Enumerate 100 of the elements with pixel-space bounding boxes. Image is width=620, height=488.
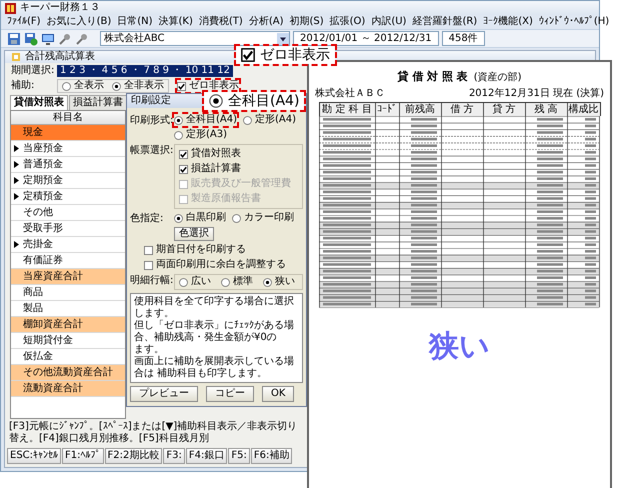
menu-item[interactable]: 日常(N) [117, 16, 153, 28]
account-row[interactable]: 売掛金 [11, 237, 125, 253]
color-radio[interactable]: カラー印刷 [232, 212, 294, 224]
company-name: 株式会社ＡＢＣ [315, 88, 385, 100]
account-row[interactable]: 定積預金 [11, 189, 125, 205]
function-key-button[interactable]: F4:銀口 [186, 448, 228, 464]
account-row[interactable]: 現金 [11, 125, 125, 141]
menu-item[interactable]: ﾌｧｲﾙ(F) [7, 16, 41, 28]
description-line: 但し「ゼロ非表示」にﾁｪｯｸがある場合、補助残高・発生金額が¥0の [134, 320, 295, 344]
tab[interactable]: 損益計算書 [69, 95, 127, 110]
aux-label: 補助: [11, 80, 36, 92]
menu-item[interactable]: ｳｨﾝﾄﾞｳ･ﾍﾙﾌﾟ(H) [538, 16, 610, 28]
account-row[interactable]: 流動資産合計 [11, 381, 125, 397]
radio-button[interactable] [174, 214, 183, 222]
account-row[interactable]: 製品 [11, 301, 125, 317]
pin-icon[interactable] [75, 32, 89, 46]
column-header: ｺｰﾄﾞ [376, 103, 400, 116]
report-checkbox[interactable]: 損益計算書 [179, 163, 298, 175]
function-key-button[interactable]: F1:ﾍﾙﾌﾟ [62, 448, 104, 464]
account-row[interactable]: その他 [11, 205, 125, 221]
format-label: 印刷形式: [130, 114, 172, 128]
checkbox[interactable] [144, 260, 153, 270]
callout-label: ゼロ非表示 [260, 47, 330, 63]
menu-item[interactable]: 決算(K) [158, 16, 193, 28]
monitor-icon[interactable] [41, 32, 55, 46]
account-row[interactable]: 普通預金 [11, 157, 125, 173]
company-select[interactable]: 株式会社ABC [100, 31, 290, 46]
account-name: 有価証券 [23, 254, 63, 266]
radio-button[interactable] [112, 82, 121, 90]
radio-button[interactable] [243, 116, 252, 124]
format-radio[interactable]: 定形(A4) [243, 114, 296, 126]
account-row[interactable]: 短期貸付金 [11, 333, 125, 349]
format-radio[interactable]: 定形(A3) [174, 129, 228, 141]
dialog-button[interactable]: プレビュー [130, 386, 198, 402]
row-width-radio[interactable]: 広い [179, 276, 211, 288]
dialog-title: 印刷設定 [131, 95, 171, 106]
dialog-button[interactable]: OK [262, 386, 294, 402]
radio-button[interactable] [232, 214, 241, 222]
format-radio[interactable]: 全科目(A4) [174, 114, 238, 126]
radio-button[interactable] [62, 82, 71, 90]
account-row[interactable]: 当座資産合計 [11, 269, 125, 285]
window-title: キーパー財務１３ [20, 2, 100, 14]
function-key-button[interactable]: ESC:ｷｬﾝｾﾙ [7, 448, 62, 464]
menu-item[interactable]: 初期(S) [289, 16, 324, 28]
option-checkbox[interactable]: 期首日付を印刷する [144, 244, 303, 256]
report-subtitle: (資産の部) [474, 72, 522, 84]
account-row[interactable]: 有価証券 [11, 253, 125, 269]
expand-arrow-icon[interactable] [14, 161, 19, 168]
menu-item[interactable]: お気に入り(B) [46, 16, 112, 28]
function-key-button[interactable]: F6:補助 [250, 448, 292, 464]
radio-button[interactable] [174, 116, 183, 124]
column-header: 貸 方 [484, 103, 526, 116]
radio-option[interactable]: 全非表示 [112, 80, 164, 92]
row-width-radio[interactable]: 標準 [221, 276, 253, 288]
dialog-button[interactable]: コピー [206, 386, 254, 402]
account-row[interactable]: 定期預金 [11, 173, 125, 189]
app-icon [5, 2, 16, 14]
expand-arrow-icon[interactable] [14, 177, 19, 184]
menu-item[interactable]: 拡張(O) [330, 16, 366, 28]
account-row[interactable]: 商品 [11, 285, 125, 301]
function-key-button[interactable]: F2:2期比較 [104, 448, 162, 464]
account-name: 当座預金 [23, 142, 63, 154]
row-width-radio[interactable]: 狭い [263, 276, 295, 288]
menu-item[interactable]: 消費税(T) [198, 16, 243, 28]
expand-arrow-icon[interactable] [14, 193, 19, 200]
tab[interactable]: 貸借対照表 [10, 95, 68, 110]
report-checkbox[interactable]: 貸借対照表 [179, 148, 298, 160]
color-select-button[interactable]: 色選択 [174, 227, 214, 241]
period-field[interactable]: 2012/01/01 ～ 2012/12/31 [293, 31, 439, 46]
function-key-button[interactable]: F5: [228, 448, 250, 464]
expand-arrow-icon[interactable] [14, 145, 19, 152]
menu-item[interactable]: 内訳(U) [371, 16, 406, 28]
checkbox[interactable] [179, 150, 188, 158]
account-row[interactable]: 当座預金 [11, 141, 125, 157]
color-radio[interactable]: 白黒印刷 [174, 212, 226, 224]
radio-button[interactable] [179, 278, 188, 286]
account-row[interactable]: 棚卸資産合計 [11, 317, 125, 333]
account-row[interactable]: その他流動資産合計 [11, 365, 125, 381]
radio-button[interactable] [263, 278, 272, 286]
function-key-button[interactable]: F3: [163, 448, 185, 464]
checkbox[interactable] [179, 164, 188, 174]
disk-plus-icon[interactable] [24, 32, 38, 46]
checkbox[interactable] [144, 246, 153, 254]
period-selector[interactable]: 1 2 3 ・ 4 5 6 ・ 7 8 9 ・ 10 11 12 [57, 65, 233, 77]
option-checkbox[interactable]: 両面印刷用に余白を調整する [144, 259, 303, 271]
account-name: 商品 [23, 286, 43, 298]
account-name: 現金 [23, 126, 43, 138]
menu-item[interactable]: 経営羅針盤(R) [412, 16, 478, 28]
menu-item[interactable]: ﾖｰｸ機能(X) [483, 16, 533, 28]
account-row[interactable]: 仮払金 [11, 349, 125, 365]
menu-item[interactable]: 分析(A) [248, 16, 284, 28]
pin-icon[interactable] [58, 32, 72, 46]
radio-button[interactable] [174, 130, 183, 140]
expand-arrow-icon[interactable] [14, 241, 19, 248]
zero-hide-checkbox[interactable]: ゼロ非表示 [177, 80, 239, 92]
account-row[interactable]: 受取手形 [11, 221, 125, 237]
account-name: 短期貸付金 [23, 334, 73, 346]
radio-button[interactable] [221, 278, 230, 286]
checkbox[interactable] [177, 82, 186, 90]
radio-option[interactable]: 全表示 [62, 80, 104, 92]
